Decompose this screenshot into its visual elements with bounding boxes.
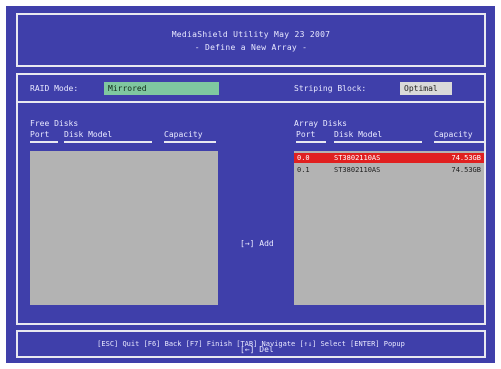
array-disk-row[interactable]: 0.1 ST3802110AS 74.53GB xyxy=(294,165,484,175)
disk-model: ST3802110AS xyxy=(334,166,381,174)
utility-title: MediaShield Utility May 23 2007 xyxy=(171,30,331,39)
config-row: RAID Mode: Mirrored Striping Block: Opti… xyxy=(18,81,484,96)
array-disks-list[interactable]: 0.0 ST3802110AS 74.53GB 0.1 ST3802110AS … xyxy=(294,151,484,305)
free-disks-model-header: Disk Model xyxy=(64,130,152,143)
section-divider xyxy=(18,101,484,103)
striping-block-label: Striping Block: xyxy=(294,84,367,93)
key-help-bar: [ESC] Quit [F6] Back [F7] Finish [TAB] N… xyxy=(97,340,405,348)
free-disks-title: Free Disks xyxy=(30,119,79,128)
main-box: RAID Mode: Mirrored Striping Block: Opti… xyxy=(16,73,486,354)
disk-capacity: 74.53GB xyxy=(451,166,481,174)
page-subtitle: - Define a New Array - xyxy=(194,43,308,52)
free-disks-list[interactable] xyxy=(30,151,218,305)
disk-model: ST3802110AS xyxy=(334,154,381,162)
disk-port: 0.0 xyxy=(297,154,310,162)
raid-mode-field[interactable]: Mirrored xyxy=(104,82,219,95)
add-button[interactable]: [→] Add xyxy=(240,239,274,248)
array-disks-title: Array Disks xyxy=(294,119,347,128)
array-disks-port-header: Port xyxy=(296,130,326,143)
disk-port: 0.1 xyxy=(297,166,310,174)
footer-box: [ESC] Quit [F6] Back [F7] Finish [TAB] N… xyxy=(16,330,486,358)
raid-mode-label: RAID Mode: xyxy=(30,84,79,93)
array-disks-model-header: Disk Model xyxy=(334,130,422,143)
array-disks-capacity-header: Capacity xyxy=(434,130,486,143)
striping-block-field[interactable]: Optimal xyxy=(400,82,452,95)
free-disks-port-header: Port xyxy=(30,130,58,143)
array-disk-row[interactable]: 0.0 ST3802110AS 74.53GB xyxy=(294,153,484,163)
free-disks-capacity-header: Capacity xyxy=(164,130,216,143)
bios-screen: MediaShield Utility May 23 2007 - Define… xyxy=(6,6,495,363)
header-box: MediaShield Utility May 23 2007 - Define… xyxy=(16,13,486,67)
disk-capacity: 74.53GB xyxy=(451,154,481,162)
